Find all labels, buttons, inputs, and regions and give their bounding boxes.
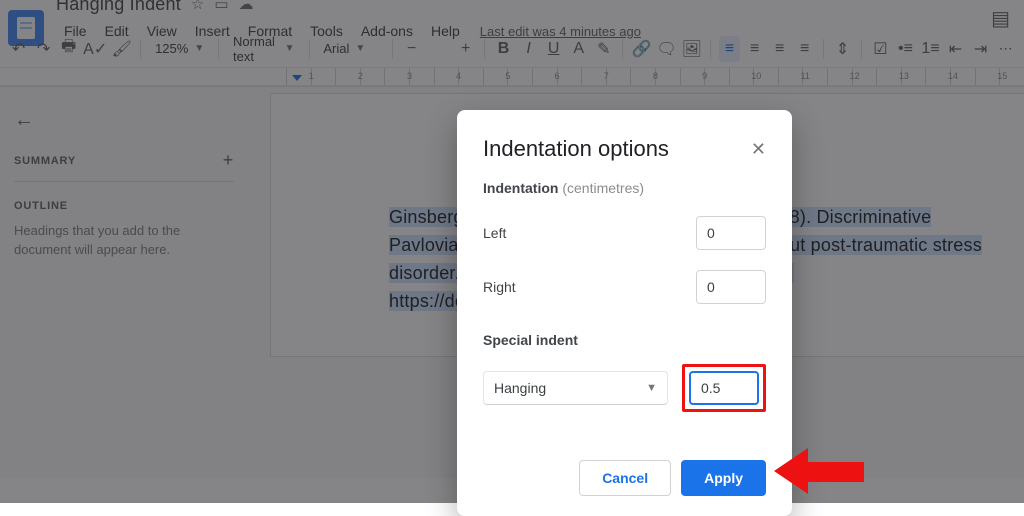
special-indent-label: Special indent (483, 332, 766, 348)
special-indent-value-input[interactable] (689, 371, 759, 405)
highlight-annotation (682, 364, 766, 412)
apply-button[interactable]: Apply (681, 460, 766, 496)
special-indent-select[interactable]: Hanging▼ (483, 371, 668, 405)
cancel-button[interactable]: Cancel (579, 460, 671, 496)
indentation-options-dialog: Indentation options ✕ Indentation (centi… (457, 110, 792, 516)
right-indent-label: Right (483, 279, 516, 295)
close-icon[interactable]: ✕ (751, 139, 766, 160)
right-indent-input[interactable] (696, 270, 766, 304)
left-indent-label: Left (483, 225, 506, 241)
indentation-section-label: Indentation (centimetres) (483, 180, 766, 196)
left-indent-input[interactable] (696, 216, 766, 250)
dialog-title: Indentation options (483, 136, 669, 162)
annotation-arrow (774, 448, 864, 494)
